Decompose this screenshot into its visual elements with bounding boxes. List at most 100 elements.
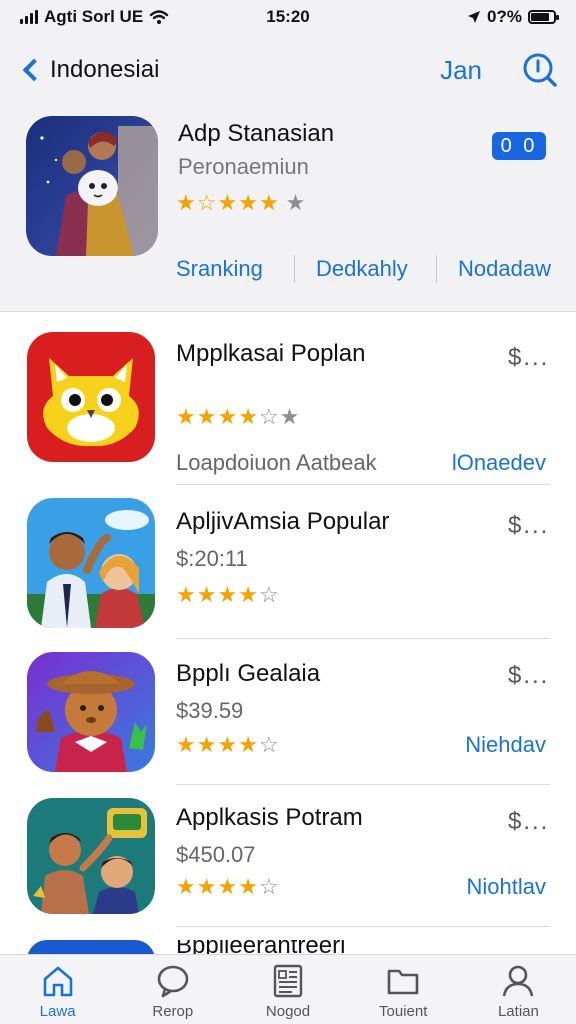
app-name: ApljivAmsia Popular (176, 508, 390, 535)
app-rating: ★ ★ ★ ★ ☆ (176, 582, 279, 608)
more-button[interactable]: $... (508, 344, 549, 372)
app-meta: Loapdoiuon Aatbeak (176, 450, 377, 475)
tab-chat[interactable]: Rerop (115, 955, 230, 1024)
app-price: $39.59 (176, 698, 244, 723)
star-icon: ☆ (196, 190, 217, 215)
app-action-link[interactable]: Niohtlav (467, 874, 546, 900)
app-icon (27, 798, 155, 914)
star-icon: ★ (238, 190, 258, 215)
app-name: Applkasis Potram (176, 804, 363, 831)
tab-label: Nogod (265, 1003, 311, 1020)
app-action-link[interactable]: Niehdav (465, 732, 546, 758)
star-icon: ★ (217, 404, 238, 429)
star-icon: ★ (285, 190, 306, 215)
tab-label: Lawa (39, 1003, 76, 1020)
star-icon: ★ (279, 404, 300, 429)
tab-nodadaw[interactable]: Nodadaw (458, 256, 551, 282)
more-button[interactable]: $... (508, 662, 549, 690)
location-arrow-icon (468, 11, 481, 23)
navigation-bar: Indonesiai Jan (0, 34, 576, 106)
status-right: 0?% (467, 7, 559, 27)
star-icon: ★ (217, 874, 238, 899)
app-rating: ★ ★ ★ ★ ☆ ★ (176, 404, 299, 430)
list-item[interactable]: Bpplı Gealaia $... $39.59 ★ ★ ★ ★ ☆ Nieh… (0, 652, 576, 786)
app-rating: ★ ★ ★ ★ ☆ (176, 874, 279, 900)
tab-label: Rerop (152, 1003, 194, 1020)
battery-icon (528, 10, 559, 24)
star-icon: ☆ (258, 732, 279, 757)
signal-icon (20, 10, 38, 24)
list-item[interactable]: Bpplleerantreerl (0, 940, 576, 954)
app-icon (27, 498, 155, 628)
star-icon: ★ (238, 732, 258, 757)
list-item[interactable]: Mpplkasai Poplan $... ★ ★ ★ ★ ☆ ★ Loapdo… (0, 332, 576, 484)
featured-app-title: Adp Stanasian (178, 120, 335, 147)
star-icon: ★ (176, 404, 196, 429)
nav-action-button[interactable]: Jan (440, 55, 482, 86)
star-icon: ☆ (258, 874, 279, 899)
row-divider (176, 638, 550, 639)
person-icon (503, 965, 534, 997)
app-action-link[interactable]: lOnaedev (452, 450, 546, 476)
tab-profile[interactable]: Latian (461, 955, 576, 1024)
app-icon (27, 940, 155, 954)
featured-section: Adp Stanasian Peronaemiun ★ ☆ ★ ★ ★ ★ 0 … (0, 106, 576, 312)
tab-home[interactable]: Lawa (0, 955, 115, 1024)
featured-tabs: Sranking Dedkahly Nodadaw (0, 252, 576, 286)
star-icon: ★ (238, 582, 258, 607)
star-icon: ★ (196, 732, 217, 757)
tab-ranking[interactable]: Sranking (176, 256, 263, 282)
back-button[interactable]: Indonesiai (18, 56, 159, 84)
featured-rating: ★ ☆ ★ ★ ★ ★ (176, 190, 305, 216)
row-divider (176, 784, 550, 785)
app-price: $450.07 (176, 842, 256, 867)
star-icon: ★ (258, 190, 279, 215)
star-icon: ★ (196, 582, 217, 607)
star-icon: ☆ (258, 582, 279, 607)
star-icon: ★ (196, 404, 217, 429)
carrier-label: Agti Sorl UE (44, 7, 144, 26)
star-icon: ★ (217, 732, 238, 757)
star-icon: ★ (176, 582, 196, 607)
nav-actions: Jan (440, 52, 558, 88)
nav-back-title: Indonesiai (50, 56, 160, 83)
chat-bubble-icon (157, 965, 189, 998)
app-name: Mpplkasai Poplan (176, 340, 366, 367)
app-rating: ★ ★ ★ ★ ☆ (176, 732, 279, 758)
row-divider (176, 926, 550, 927)
row-divider (176, 484, 550, 485)
star-icon: ★ (176, 190, 196, 215)
tab-daily[interactable]: Dedkahly (316, 256, 408, 282)
star-icon: ☆ (258, 404, 279, 429)
star-icon: ★ (176, 874, 196, 899)
app-name: Bpplleerantreerl (176, 940, 346, 954)
tab-folder[interactable]: Touient (346, 955, 461, 1024)
home-icon (43, 966, 72, 997)
app-name: Bpplı Gealaia (176, 660, 321, 687)
status-bar: Agti Sorl UE 15:20 0?% (0, 0, 576, 34)
status-left: Agti Sorl UE (20, 7, 169, 27)
battery-percent: 0?% (487, 7, 522, 26)
tab-divider (436, 255, 437, 283)
star-icon: ★ (238, 404, 258, 429)
app-icon (27, 652, 155, 772)
featured-badge-button[interactable]: 0 0 (492, 132, 546, 160)
featured-app-subtitle: Peronaemiun (178, 154, 309, 179)
list-item[interactable]: ApljivAmsia Popular $... $:20:11 ★ ★ ★ ★… (0, 498, 576, 636)
star-icon: ★ (238, 874, 258, 899)
search-icon[interactable] (522, 52, 558, 88)
star-icon: ★ (217, 582, 238, 607)
star-icon: ★ (196, 874, 217, 899)
star-icon: ★ (176, 732, 196, 757)
more-button[interactable]: $... (508, 808, 549, 836)
tab-label: Touient (379, 1003, 428, 1020)
tab-divider (294, 255, 295, 283)
tab-bar: Lawa Rerop Nogod Touient Latian (0, 954, 576, 1024)
tab-news[interactable]: Nogod (230, 955, 345, 1024)
folder-icon (387, 969, 419, 995)
tab-label: Latian (497, 1003, 539, 1020)
chevron-left-icon (22, 58, 46, 82)
more-button[interactable]: $... (508, 512, 549, 540)
list-item[interactable]: Applkasis Potram $... $450.07 ★ ★ ★ ★ ☆ … (0, 798, 576, 932)
featured-app-icon[interactable] (26, 116, 158, 256)
